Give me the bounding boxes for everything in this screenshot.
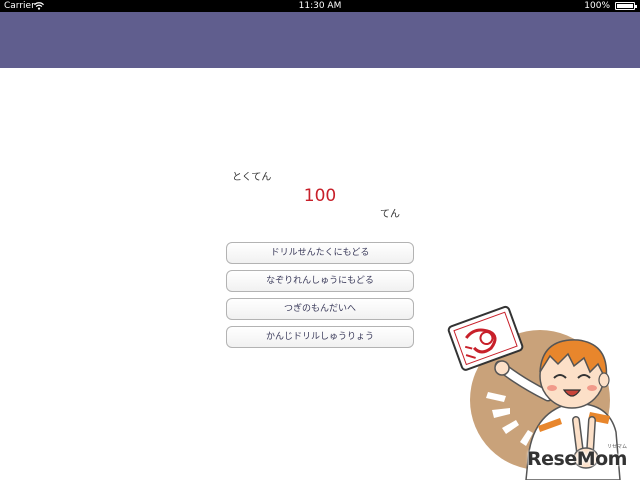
back-to-drill-select-button[interactable]: ドリルせんたくにもどる	[226, 242, 414, 264]
back-to-tracing-practice-button[interactable]: なぞりれんしゅうにもどる	[226, 270, 414, 292]
status-bar: Carrier 11:30 AM 100%	[0, 0, 640, 12]
battery-percent: 100%	[584, 1, 610, 11]
app-screen: Carrier 11:30 AM 100% とくてん 100 てん ドリルせんた…	[0, 0, 640, 480]
logo-text: ReseMom	[527, 448, 627, 470]
battery-icon	[615, 2, 637, 10]
navigation-bar	[0, 12, 640, 68]
score-value: 100	[303, 186, 337, 206]
score-unit: てん	[380, 209, 400, 220]
score-label: とくてん	[232, 172, 272, 183]
finish-kanji-drill-button[interactable]: かんじドリルしゅうりょう	[226, 326, 414, 348]
status-time: 11:30 AM	[298, 1, 342, 11]
resemom-logo: リセマム ReseMom	[527, 443, 631, 473]
result-menu: ドリルせんたくにもどる なぞりれんしゅうにもどる つぎのもんだいへ かんじドリル…	[226, 242, 414, 354]
next-question-button[interactable]: つぎのもんだいへ	[226, 298, 414, 320]
